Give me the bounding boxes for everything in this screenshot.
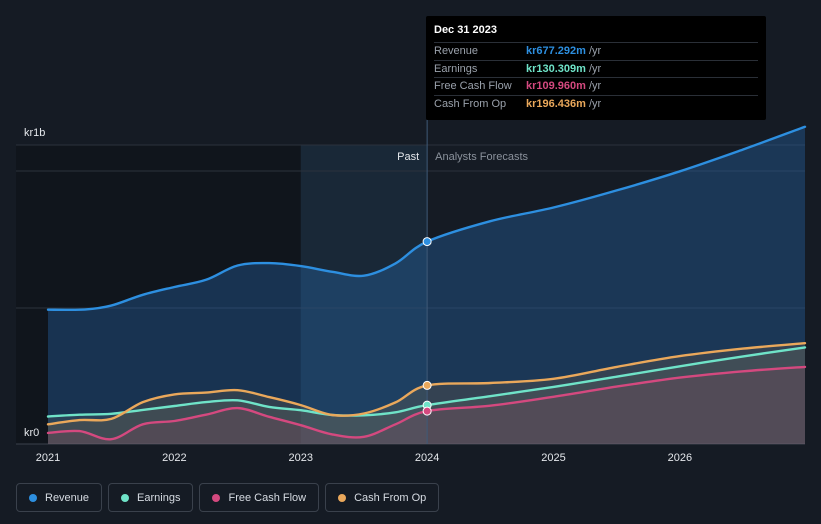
legend-label: Free Cash Flow (228, 491, 307, 504)
x-tick-label: 2023 (289, 452, 313, 464)
tooltip-value: kr196.436m (526, 97, 586, 110)
legend-label: Cash From Op (354, 491, 427, 504)
legend-dot-icon (29, 493, 37, 502)
legend-label: Revenue (45, 491, 90, 504)
chart-tooltip: Dec 31 2023 Revenue kr677.292m /yr Earni… (426, 16, 766, 120)
legend-item-revenue[interactable]: Revenue (16, 483, 103, 512)
tooltip-label: Revenue (434, 45, 479, 58)
tooltip-unit: /yr (588, 62, 602, 75)
x-tick-label: 2026 (668, 452, 692, 464)
y-axis-label-top: kr1b (24, 127, 45, 139)
tooltip-date: Dec 31 2023 (434, 24, 497, 36)
x-tick-label: 2021 (36, 452, 60, 464)
x-tick-label: 2025 (541, 452, 565, 464)
legend-item-cash-from-op[interactable]: Cash From Op (325, 483, 440, 512)
forecast-label: Analysts Forecasts (435, 151, 528, 163)
legend-item-earnings[interactable]: Earnings (108, 483, 194, 512)
tooltip-label: Free Cash Flow (434, 80, 512, 93)
legend-dot-icon (212, 493, 221, 502)
legend-item-free-cash-flow[interactable]: Free Cash Flow (199, 483, 320, 512)
tooltip-row-earnings: Earnings kr130.309m /yr (434, 59, 758, 78)
x-tick-label: 2022 (162, 452, 186, 464)
tooltip-label: Earnings (434, 62, 478, 75)
tooltip-unit: /yr (588, 45, 602, 58)
past-label: Past (397, 151, 419, 163)
marker-revenue (422, 237, 432, 247)
chart-legend: Revenue Earnings Free Cash Flow Cash Fro… (16, 483, 440, 512)
tooltip-value: kr677.292m (526, 45, 586, 58)
legend-label: Earnings (137, 491, 181, 504)
marker-free-cash-flow (422, 406, 432, 416)
marker-cash-from-op (422, 380, 432, 390)
tooltip-label: Cash From Op (434, 97, 507, 110)
legend-dot-icon (121, 493, 130, 502)
tooltip-row-free-cash-flow: Free Cash Flow kr109.960m /yr (434, 77, 758, 95)
tooltip-value: kr109.960m (526, 80, 586, 93)
legend-dot-icon (338, 493, 347, 502)
tooltip-row-revenue: Revenue kr677.292m /yr (434, 42, 758, 60)
tooltip-row-cash-from-op: Cash From Op kr196.436m /yr (434, 94, 758, 113)
tooltip-value: kr130.309m (526, 62, 586, 75)
x-tick-label: 2024 (415, 452, 439, 464)
tooltip-unit: /yr (588, 80, 602, 93)
y-axis-label-bottom: kr0 (24, 427, 39, 439)
tooltip-unit: /yr (588, 97, 602, 110)
